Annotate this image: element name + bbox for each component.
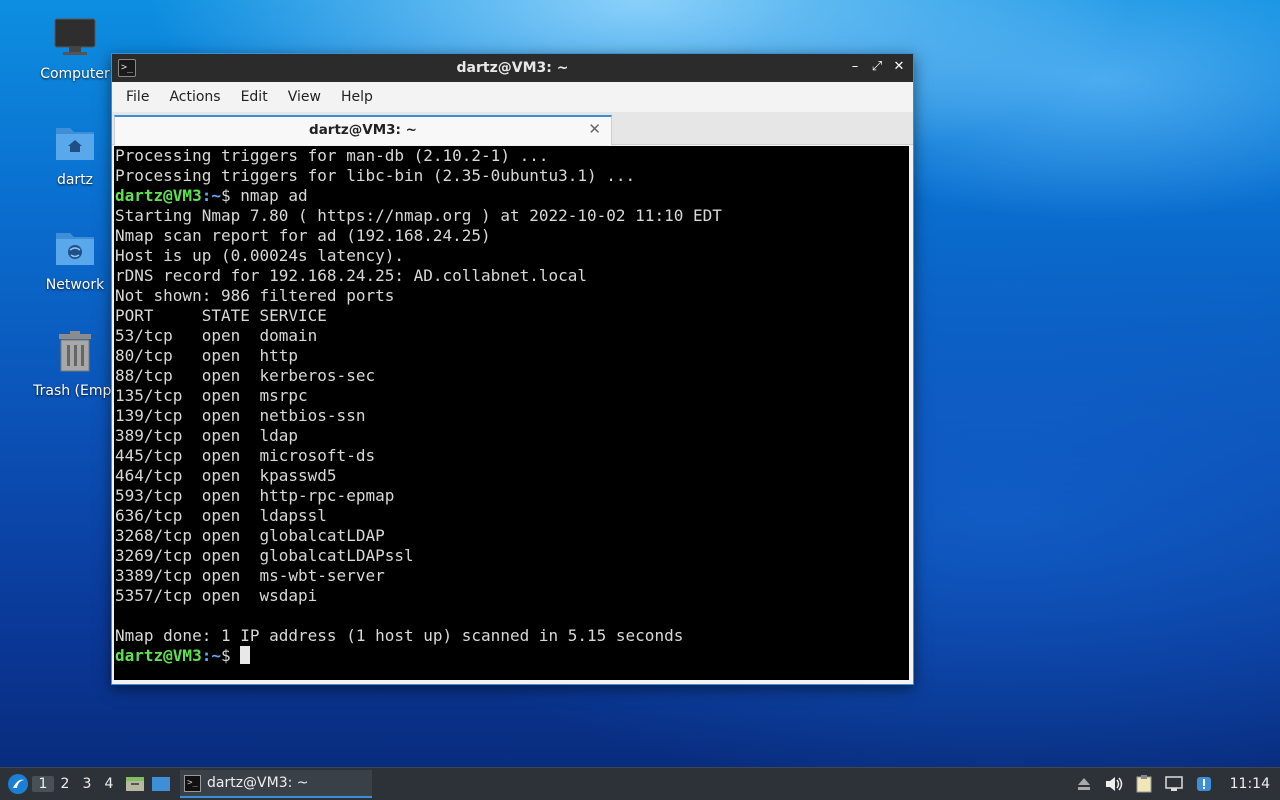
volume-icon[interactable] [1104,774,1124,794]
show-desktop-icon[interactable] [150,773,172,795]
terminal-prompt-line: dartz@VM3:~$ nmap ad [115,186,909,206]
prompt-user: dartz@VM3 [115,186,202,205]
menubar: File Actions Edit View Help [112,82,913,112]
menu-file[interactable]: File [116,89,159,105]
terminal-output-line: PORT STATE SERVICE [115,306,327,325]
clipboard-icon[interactable] [1134,774,1154,794]
tab-close-icon[interactable]: ✕ [588,120,601,138]
desktop-icon-trash[interactable]: Trash (Empt [25,331,125,399]
minimize-button[interactable]: – [847,59,863,75]
computer-icon [25,18,125,60]
menu-edit[interactable]: Edit [231,89,278,105]
prompt-user: dartz@VM3 [115,646,202,665]
terminal-output-line: 464/tcp open kpasswd5 [115,466,337,485]
desktop-icon-home[interactable]: dartz [25,122,125,188]
command-text: nmap ad [230,186,308,205]
desktop-icon-label: Computer [40,66,110,82]
terminal-output-line: 389/tcp open ldap [115,426,299,445]
terminal-output-line: Nmap scan report for ad (192.168.24.25) [115,226,491,245]
taskbar-item-label: dartz@VM3: ~ [207,775,309,791]
terminal-output-line: 139/tcp open netbios-ssn [115,406,366,425]
terminal-output-line: 88/tcp open kerberos-sec [115,366,376,385]
terminal-output-line: Processing triggers for libc-bin (2.35-0… [115,166,636,185]
terminal-output-line: Processing triggers for man-db (2.10.2-1… [115,146,549,165]
workspace-2[interactable]: 2 [54,776,76,792]
close-button[interactable]: ✕ [891,59,907,75]
terminal-output-line: 445/tcp open microsoft-ds [115,446,376,465]
network-folder-icon [25,227,125,271]
prompt-path: :~ [201,186,221,205]
terminal-output-line: Host is up (0.00024s latency). [115,246,404,265]
prompt-path: :~ [201,646,221,665]
terminal-output-line: Nmap done: 1 IP address (1 host up) scan… [115,626,684,645]
taskbar: 1 2 3 4 >_ dartz@VM3: ~ 11:14 [0,767,1280,800]
home-folder-icon [25,122,125,166]
terminal-output-line: 3268/tcp open globalcatLDAP [115,526,385,545]
menu-view[interactable]: View [278,89,331,105]
tab-label: dartz@VM3: ~ [309,122,417,138]
start-menu-button[interactable] [4,770,32,798]
taskbar-item-terminal[interactable]: >_ dartz@VM3: ~ [180,770,372,798]
terminal-output-line: Not shown: 986 filtered ports [115,286,395,305]
clock[interactable]: 11:14 [1230,776,1270,792]
workspace-4[interactable]: 4 [98,776,120,792]
menu-actions[interactable]: Actions [159,89,230,105]
terminal-icon: >_ [184,774,201,792]
eject-icon[interactable] [1074,774,1094,794]
terminal-output[interactable]: Processing triggers for man-db (2.10.2-1… [114,146,909,680]
file-manager-launcher-icon[interactable] [124,773,146,795]
prompt-symbol: $ [220,186,231,205]
desktop-icon-label: Trash (Empt [33,383,117,399]
tab-bar: dartz@VM3: ~ ✕ [112,112,913,145]
workspace-3[interactable]: 3 [76,776,98,792]
maximize-button[interactable]: ⤢ [869,59,885,75]
terminal-output-line: 3269/tcp open globalcatLDAPssl [115,546,414,565]
desktop-icon-label: dartz [56,172,94,188]
tab-terminal[interactable]: dartz@VM3: ~ ✕ [114,115,612,145]
network-status-icon[interactable] [1164,774,1184,794]
terminal-output-line: rDNS record for 192.168.24.25: AD.collab… [115,266,588,285]
update-notifier-icon[interactable] [1194,774,1214,794]
workspace-1[interactable]: 1 [32,776,54,792]
command-text [231,646,241,665]
terminal-output-line: 636/tcp open ldapssl [115,506,327,525]
lubuntu-logo-icon [8,774,28,794]
terminal-output-line: 3389/tcp open ms-wbt-server [115,566,385,585]
window-titlebar[interactable]: >_ dartz@VM3: ~ – ⤢ ✕ [112,54,913,82]
terminal-output-line: 80/tcp open http [115,346,299,365]
terminal-window[interactable]: >_ dartz@VM3: ~ – ⤢ ✕ File Actions Edit … [111,53,914,685]
menu-help[interactable]: Help [331,89,383,105]
window-title: dartz@VM3: ~ [456,60,569,76]
desktop-icon-network[interactable]: Network [25,227,125,293]
terminal-cursor [240,646,251,664]
terminal-output-line: 135/tcp open msrpc [115,386,308,405]
terminal-output-line: 5357/tcp open wsdapi [115,586,318,605]
trash-icon [25,331,125,377]
prompt-symbol: $ [220,646,231,665]
terminal-output-line: 593/tcp open http-rpc-epmap [115,486,395,505]
terminal-output-line: Starting Nmap 7.80 ( https://nmap.org ) … [115,206,722,225]
terminal-prompt-line: dartz@VM3:~$ [115,646,909,666]
desktop-icon-label: Network [45,277,105,293]
terminal-output-line: 53/tcp open domain [115,326,318,345]
desktop-icon-computer[interactable]: Computer [25,18,125,82]
system-tray: 11:14 [1074,774,1280,794]
